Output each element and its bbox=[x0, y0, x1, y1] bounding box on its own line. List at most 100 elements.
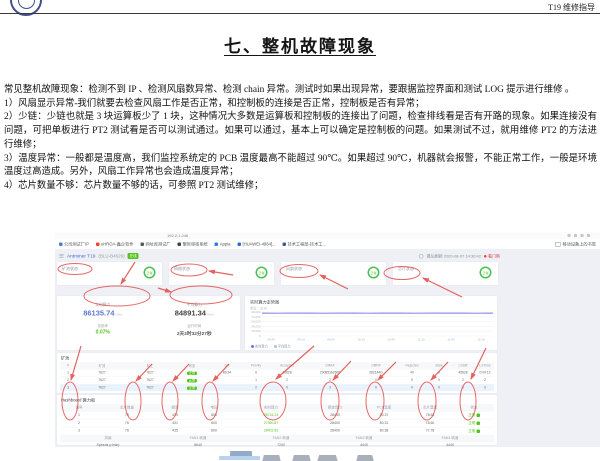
table-cell: 0 bbox=[428, 377, 450, 384]
refresh-timestamp: 最后刷新 2020-08-07 14:30:42 bbox=[427, 253, 481, 259]
bookmark-item[interactable]: 网址库测试厂 bbox=[140, 241, 170, 247]
extension-icon[interactable] bbox=[574, 234, 577, 237]
table-cell: 正常 bbox=[172, 377, 212, 384]
table-header-row: 编号芯片数量频率电压实时算力额定算力PCB温度芯片温度状态 bbox=[60, 404, 494, 411]
table-cell: 1 bbox=[60, 369, 76, 376]
uptime-value: 2天2时32分27秒 bbox=[149, 330, 241, 337]
table-cell: 89.34 bbox=[212, 369, 242, 376]
hashboard-title: Hashboard 算力板 bbox=[57, 395, 497, 404]
realtime-hashrate-value: 86135.74 bbox=[83, 309, 114, 318]
uptime-label: 运行时间 bbox=[149, 324, 241, 329]
table-cell: 45628 bbox=[270, 369, 304, 376]
hashrate-summary-panel: 实时算力 86135.74GH/s 拒绝率 0.07% 平均算力 84891.3… bbox=[57, 296, 240, 350]
watchdog-label: 看门狗 bbox=[488, 253, 500, 259]
column-header: 额定算力 bbox=[308, 404, 362, 411]
doc-body: 常见整机故障现象：检测不到 IP 、检测风扇数异常、检测 chain 异常。测试… bbox=[4, 84, 597, 194]
status-ok-text: 正常 bbox=[370, 270, 376, 275]
bookmark-label: [HUAWEI-4984]... bbox=[242, 242, 275, 247]
status-card[interactable]: 矿池状态正常 bbox=[57, 262, 162, 285]
svg-text:90,000: 90,000 bbox=[251, 310, 261, 314]
status-card[interactable]: 网络状态正常 bbox=[169, 262, 274, 285]
table-cell: 正常 bbox=[172, 384, 212, 391]
table-cell: 2 bbox=[60, 419, 98, 427]
status-card[interactable]: 风扇状态正常 bbox=[281, 262, 386, 285]
browser-menu-icon[interactable] bbox=[587, 234, 590, 237]
table-cell: 27950.87 bbox=[234, 419, 308, 427]
table-cell: 76 bbox=[98, 411, 156, 419]
bookmark-item[interactable]: 聚哲审核系统 bbox=[178, 241, 208, 247]
legend-marker-icon bbox=[274, 345, 277, 348]
status-card[interactable]: 芯片状态正常 bbox=[393, 262, 498, 285]
svg-text:09:10: 09:10 bbox=[297, 338, 305, 342]
table-cell: 76 bbox=[98, 427, 156, 435]
table-cell: 0 bbox=[270, 384, 304, 391]
paragraph-temperature: 3）温度异常：一般都是温度高，我们监控系统定的 PCB 温度最高不能超过 90℃… bbox=[4, 153, 597, 180]
table-cell: 77.78 bbox=[406, 427, 454, 435]
bookmarks-bar: 公司测试厂IP eHROA-鑫企软件 网址库测试厂 聚哲审核系统 Appia [HUAWE… bbox=[55, 239, 600, 249]
browser-extension-icons[interactable] bbox=[568, 234, 591, 237]
svg-text:18,000: 18,000 bbox=[251, 329, 261, 333]
table-cell: 2 bbox=[304, 377, 356, 384]
table-cell: 5640 bbox=[156, 442, 240, 448]
legend-item[interactable]: 实时算力 bbox=[251, 344, 268, 349]
table-cell: 正常 bbox=[454, 427, 494, 435]
bookmark-item[interactable]: 技术工程部-技术工... bbox=[283, 241, 326, 247]
status-ok-ring-icon: 正常 bbox=[368, 267, 380, 279]
status-card-label: 芯片状态 bbox=[398, 266, 414, 272]
table-row: 37643560028402.832840080.3877.78正常 bbox=[60, 427, 494, 435]
bookmark-item[interactable]: 公司测试厂IP bbox=[59, 241, 89, 247]
table-cell: 2 bbox=[476, 377, 494, 384]
column-header: 芯片温度 bbox=[406, 404, 454, 411]
legend-label: 平均算力 bbox=[278, 344, 291, 349]
realtime-hashrate-stat: 实时算力 86135.74GH/s 拒绝率 0.07% bbox=[57, 296, 149, 350]
device-name[interactable]: Antminer T19 bbox=[67, 253, 95, 259]
table-cell: 78.60 bbox=[406, 419, 454, 427]
bookmark-item[interactable]: Appia bbox=[215, 241, 231, 247]
bookmarks-list: 公司测试厂IP eHROA-鑫企软件 网址库测试厂 聚哲审核系统 Appia [HUAWE… bbox=[59, 241, 326, 247]
dashboard-viewport: ☰ Antminer T19 (BLU-B4629) 在线 最后刷新 2020-… bbox=[55, 249, 600, 447]
table-cell: 2 bbox=[270, 377, 304, 384]
address-url[interactable]: 192.2.1.246 bbox=[167, 234, 188, 239]
table-cell: 2 bbox=[60, 377, 76, 384]
status-ok-ring-icon: 正常 bbox=[480, 267, 492, 279]
table-cell: 0 bbox=[242, 369, 270, 376]
table-cell: 0 bbox=[428, 384, 450, 391]
svg-text:36,000: 36,000 bbox=[251, 324, 261, 328]
table-cell: 28400 bbox=[308, 411, 362, 419]
table-row: 176277627正常89.3404562829085162606282144G… bbox=[60, 369, 494, 376]
bookmark-item[interactable]: [HUAWEI-4984]... bbox=[237, 241, 275, 247]
hashrate-line-chart: 90,00072,00054,00036,00018,000008:4009:1… bbox=[247, 310, 496, 342]
svg-text:54,000: 54,000 bbox=[251, 320, 261, 324]
column-header: Diff bbox=[212, 362, 242, 369]
chart-legend: 实时算力 平均算力 bbox=[251, 344, 291, 349]
menu-icon[interactable]: ☰ bbox=[59, 253, 64, 260]
table-cell: 28716.24 bbox=[234, 411, 308, 419]
table-cell: 45628 bbox=[450, 369, 476, 376]
watchdog-badge[interactable]: 看门狗 bbox=[484, 253, 500, 259]
column-header: 状态 bbox=[172, 362, 212, 369]
extension-icon[interactable] bbox=[568, 234, 571, 237]
table-cell: 2 bbox=[242, 384, 270, 391]
table-cell: 28400 bbox=[308, 427, 362, 435]
table-cell: 0 bbox=[356, 377, 396, 384]
mobile-bookmarks-folder[interactable]: 移动设备上的书签 bbox=[555, 241, 596, 247]
extension-icon[interactable] bbox=[581, 234, 584, 237]
header-divider bbox=[0, 13, 600, 14]
column-header: FAN2 转速 bbox=[240, 435, 322, 442]
status-badge: 正常 bbox=[187, 372, 197, 376]
watermark-letter-top bbox=[292, 455, 311, 461]
bookmark-label: 聚哲审核系统 bbox=[183, 241, 208, 247]
reject-rate-value: 0.07% bbox=[57, 330, 149, 336]
legend-item[interactable]: 平均算力 bbox=[274, 344, 291, 349]
column-header: Stale bbox=[428, 362, 450, 369]
favicon-icon bbox=[215, 242, 219, 246]
hashboard-panel: Hashboard 算力板 编号芯片数量频率电压实时算力额定算力PCB温度芯片温… bbox=[57, 395, 497, 445]
bookmark-item[interactable]: eHROA-鑫企软件 bbox=[96, 241, 134, 247]
table-cell: 7627 bbox=[128, 384, 172, 391]
table-cell: 0 bbox=[396, 384, 428, 391]
status-ok-text: 正常 bbox=[482, 270, 488, 275]
average-hashrate-label: 平均算力 bbox=[149, 302, 241, 308]
bookmark-label: 网址库测试厂 bbox=[145, 241, 170, 247]
table-cell: 4440 bbox=[322, 442, 406, 448]
column-header: DiffA# bbox=[304, 362, 356, 369]
